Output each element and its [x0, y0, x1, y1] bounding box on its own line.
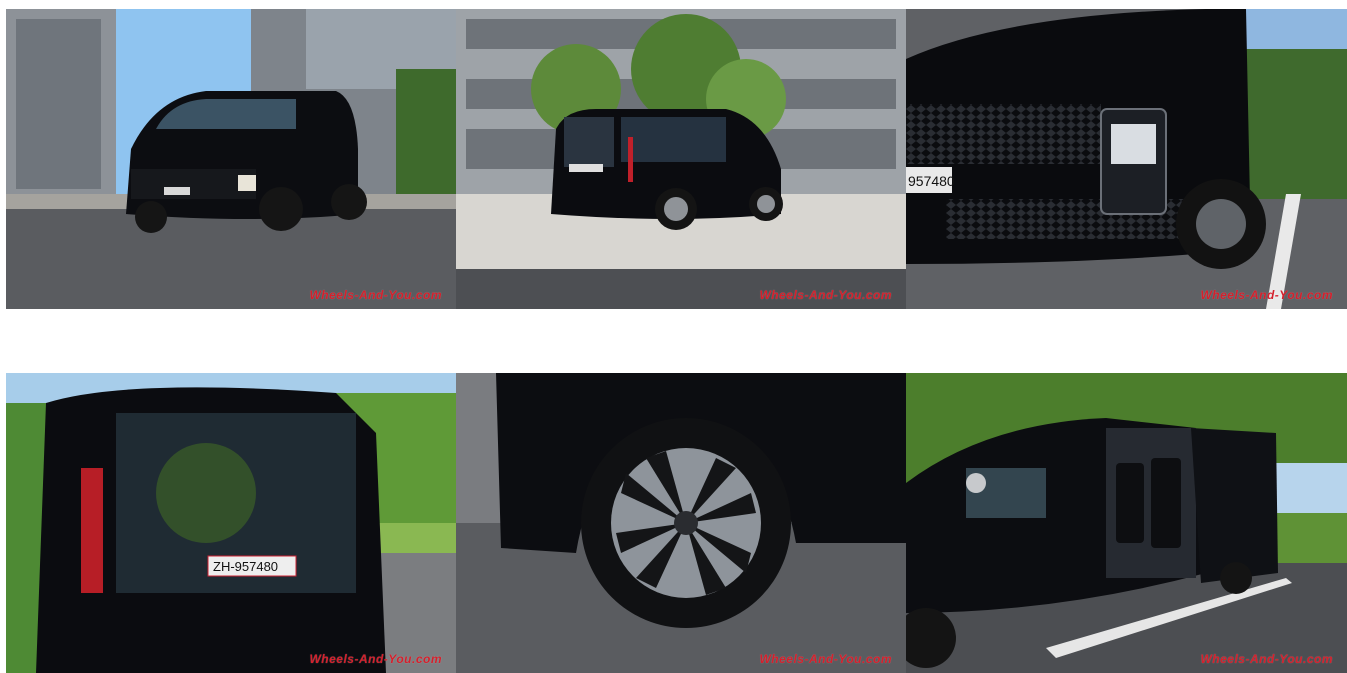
photo-grille-closeup[interactable]: 957480 Wheels-And-You.com	[906, 9, 1347, 309]
photo-front-view[interactable]: Wheels-And-You.com	[6, 9, 456, 309]
van-front-image	[6, 9, 456, 309]
photo-wheel-closeup[interactable]: Wheels-And-You.com	[456, 373, 906, 673]
watermark-text: Wheels-And-You.com	[1200, 652, 1333, 666]
van-grille-image: 957480	[906, 9, 1347, 309]
photo-rear-tailgate[interactable]: ZH-957480 Wheels-And-You.com	[6, 373, 456, 673]
plate-text: ZH-957480	[213, 559, 278, 574]
photo-gallery: Wheels-And-You.com Wheels-And-You.com 95…	[0, 0, 1347, 673]
watermark-text: Wheels-And-You.com	[759, 288, 892, 302]
plate-text: 957480	[908, 173, 955, 189]
photo-open-door[interactable]: Wheels-And-You.com	[906, 373, 1347, 673]
van-rear-image	[456, 9, 906, 309]
van-tailgate-image: ZH-957480	[6, 373, 456, 673]
watermark-text: Wheels-And-You.com	[759, 652, 892, 666]
watermark-text: Wheels-And-You.com	[1200, 288, 1333, 302]
watermark-text: Wheels-And-You.com	[309, 652, 442, 666]
van-interior-image	[906, 373, 1347, 673]
photo-rear-three-quarter[interactable]: Wheels-And-You.com	[456, 9, 906, 309]
watermark-text: Wheels-And-You.com	[309, 288, 442, 302]
van-wheel-image	[456, 373, 906, 673]
